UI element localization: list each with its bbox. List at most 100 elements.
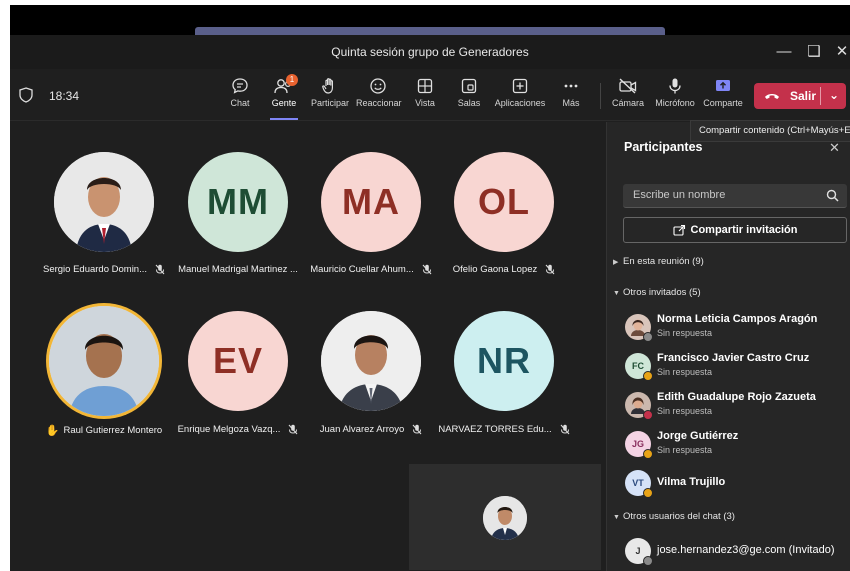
invitee-status: Sin respuesta (657, 367, 713, 377)
people-label: Gente (271, 98, 297, 108)
invitee-name: Francisco Javier Castro Cruz (657, 352, 810, 364)
caret-down-icon: ▼ (613, 514, 620, 521)
invitee-status: Sin respuesta (657, 406, 713, 416)
mic-muted-icon (412, 424, 422, 435)
apps-label: Aplicaciones (494, 98, 546, 108)
invitee-name: Edith Guadalupe Rojo Zazueta (657, 391, 816, 403)
participant-tile[interactable]: Juan Alvarez Arroyo (305, 311, 437, 435)
invited-row[interactable]: JG Jorge Gutiérrez Sin respuesta (623, 427, 847, 461)
toolbar-divider (600, 83, 601, 109)
window-title: Quinta sesión grupo de Generadores (331, 45, 529, 59)
status-away-icon (643, 371, 653, 381)
participant-avatar: EV (188, 311, 288, 411)
participant-photo (321, 311, 421, 411)
mic-muted-icon (545, 264, 555, 275)
leave-options-chevron-icon[interactable]: ⌄ (822, 83, 846, 109)
status-unknown-icon (643, 332, 653, 342)
self-photo (483, 496, 527, 540)
react-button[interactable]: Reaccionar (356, 77, 402, 117)
share-screen-label: Comparte (703, 98, 743, 108)
maximize-icon[interactable]: ❑ (802, 41, 826, 63)
participant-search (623, 184, 847, 208)
search-icon[interactable] (826, 189, 839, 202)
participant-tile[interactable]: MM Manuel Madrigal Martinez ... (172, 152, 304, 275)
participant-tile[interactable]: NR NARVAEZ TORRES Edu... (438, 311, 570, 435)
participant-name: Enrique Melgoza Vazq... (177, 424, 281, 436)
panel-title: Participantes (624, 140, 703, 154)
share-tooltip: Compartir contenido (Ctrl+Mayús+E) (690, 120, 850, 142)
share-screen-button[interactable]: Comparte (703, 77, 743, 117)
meeting-timer: 18:34 (49, 89, 80, 103)
meeting-toolbar: 18:34 Chat 1 Gente Participar Reaccionar… (10, 69, 850, 121)
invitee-photo (625, 314, 653, 342)
view-label: Vista (415, 98, 435, 108)
close-panel-icon[interactable]: ✕ (829, 140, 840, 156)
chat-user-name: jose.hernandez3@ge.com (Invitado) (657, 544, 835, 556)
leave-button[interactable]: Salir (754, 83, 820, 109)
section-other-invited[interactable]: ▼ Otros invitados (5) (613, 287, 701, 298)
chat-label: Chat (230, 98, 250, 108)
apps-button[interactable]: Aplicaciones (494, 77, 546, 117)
chat-icon (232, 78, 248, 94)
more-label: Más (562, 98, 580, 108)
breakout-rooms-button[interactable]: Salas (456, 77, 482, 117)
participant-photo (54, 152, 154, 252)
camera-button[interactable]: Cámara (612, 77, 644, 117)
participant-avatar: MA (321, 152, 421, 252)
share-invite-label: Compartir invitación (690, 224, 798, 236)
invited-row[interactable]: Norma Leticia Campos Aragón Sin respuest… (623, 310, 847, 344)
raise-hand-button[interactable]: Participar (310, 77, 350, 117)
smiley-icon (370, 78, 386, 94)
invited-row[interactable]: Edith Guadalupe Rojo Zazueta Sin respues… (623, 388, 847, 422)
invitee-photo (625, 392, 653, 420)
participant-tile[interactable]: Sergio Eduardo Domin... (38, 152, 170, 275)
participant-tile[interactable]: EV Enrique Melgoza Vazq... (172, 311, 304, 435)
people-button[interactable]: 1 Gente (268, 74, 300, 120)
participant-tile-active-speaker[interactable]: ✋ Raul Gutierrez Montero (38, 306, 170, 437)
avatar-initials: NR (477, 340, 531, 381)
microphone-button[interactable]: Micrófono (655, 77, 695, 117)
self-view-video[interactable] (409, 464, 601, 570)
leave-label: Salir (790, 89, 817, 103)
status-busy-icon (643, 410, 653, 420)
participant-name: NARVAEZ TORRES Edu... (438, 424, 552, 436)
share-invite-button[interactable]: Compartir invitación (623, 217, 847, 243)
mic-muted-icon (560, 424, 570, 435)
invited-row[interactable]: FC Francisco Javier Castro Cruz Sin resp… (623, 349, 847, 383)
invitee-name: Norma Leticia Campos Aragón (657, 313, 818, 325)
participant-avatar: NR (454, 311, 554, 411)
participant-tile[interactable]: OL Ofelio Gaona Lopez (438, 152, 570, 275)
microphone-label: Micrófono (655, 98, 695, 108)
search-input[interactable] (633, 189, 813, 201)
view-button[interactable]: Vista (412, 77, 438, 117)
participant-name: Sergio Eduardo Domin... (42, 264, 148, 276)
section-in-meeting[interactable]: ▶ En esta reunión (9) (613, 256, 704, 267)
avatar-initials: EV (212, 340, 264, 381)
invited-row[interactable]: VT Vilma Trujillo (623, 466, 847, 500)
section-chat-users[interactable]: ▼ Otros usuarios del chat (3) (613, 511, 735, 522)
breakout-rooms-label: Salas (457, 98, 481, 108)
people-badge: 1 (286, 74, 298, 86)
chat-button[interactable]: Chat (226, 77, 254, 117)
caret-down-icon: ▼ (613, 290, 620, 297)
participant-name: Manuel Madrigal Martinez ... (178, 264, 298, 275)
invitee-avatar: JG (625, 431, 653, 459)
participant-tile[interactable]: MA Mauricio Cuellar Ahum... (305, 152, 437, 275)
top-strip (10, 5, 850, 35)
video-stage: Sergio Eduardo Domin... MM Manuel Madrig… (10, 122, 606, 571)
invitee-name: Jorge Gutiérrez (657, 430, 739, 442)
more-button[interactable]: Más (558, 77, 584, 117)
add-apps-icon (512, 78, 528, 94)
close-icon[interactable]: ✕ (830, 41, 850, 63)
share-screen-icon (716, 80, 730, 91)
mic-muted-icon (288, 424, 298, 435)
invitee-name: Vilma Trujillo (657, 476, 726, 488)
participant-avatar: MM (188, 152, 288, 252)
participant-name: Ofelio Gaona Lopez (452, 264, 538, 276)
more-icon (564, 84, 578, 88)
chat-user-row[interactable]: J jose.hernandez3@ge.com (Invitado) (623, 534, 847, 568)
participant-name: Juan Alvarez Arroyo (319, 424, 405, 436)
share-link-icon (672, 225, 685, 236)
minimize-icon[interactable]: — (772, 41, 796, 63)
participant-name: Raul Gutierrez Montero (63, 425, 163, 437)
